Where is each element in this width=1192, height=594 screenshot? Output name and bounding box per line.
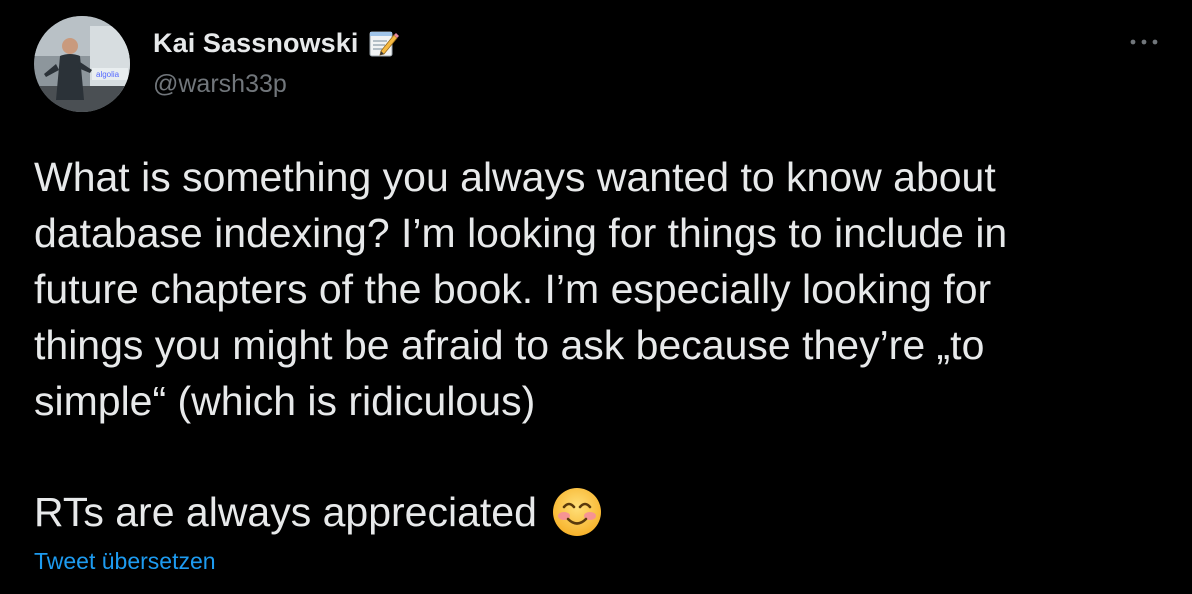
author-handle[interactable]: @warsh33p [153, 70, 287, 99]
tweet-closing-line: RTs are always appreciated [34, 484, 603, 540]
memo-icon [367, 27, 399, 59]
smiling-face-icon [551, 486, 603, 538]
author-display-name[interactable]: Kai Sassnowski [153, 27, 399, 59]
translate-tweet-link[interactable]: Tweet übersetzen [34, 548, 216, 575]
author-avatar[interactable]: algolia [34, 16, 130, 112]
display-name-text: Kai Sassnowski [153, 27, 359, 58]
svg-text:algolia: algolia [96, 70, 120, 79]
tweet-closing-text: RTs are always appreciated [34, 489, 537, 535]
avatar-photo: algolia [34, 16, 130, 112]
tweet-text: What is something you always wanted to k… [34, 154, 1008, 424]
more-dots-icon [1130, 39, 1158, 45]
more-options-button[interactable] [1126, 28, 1162, 56]
